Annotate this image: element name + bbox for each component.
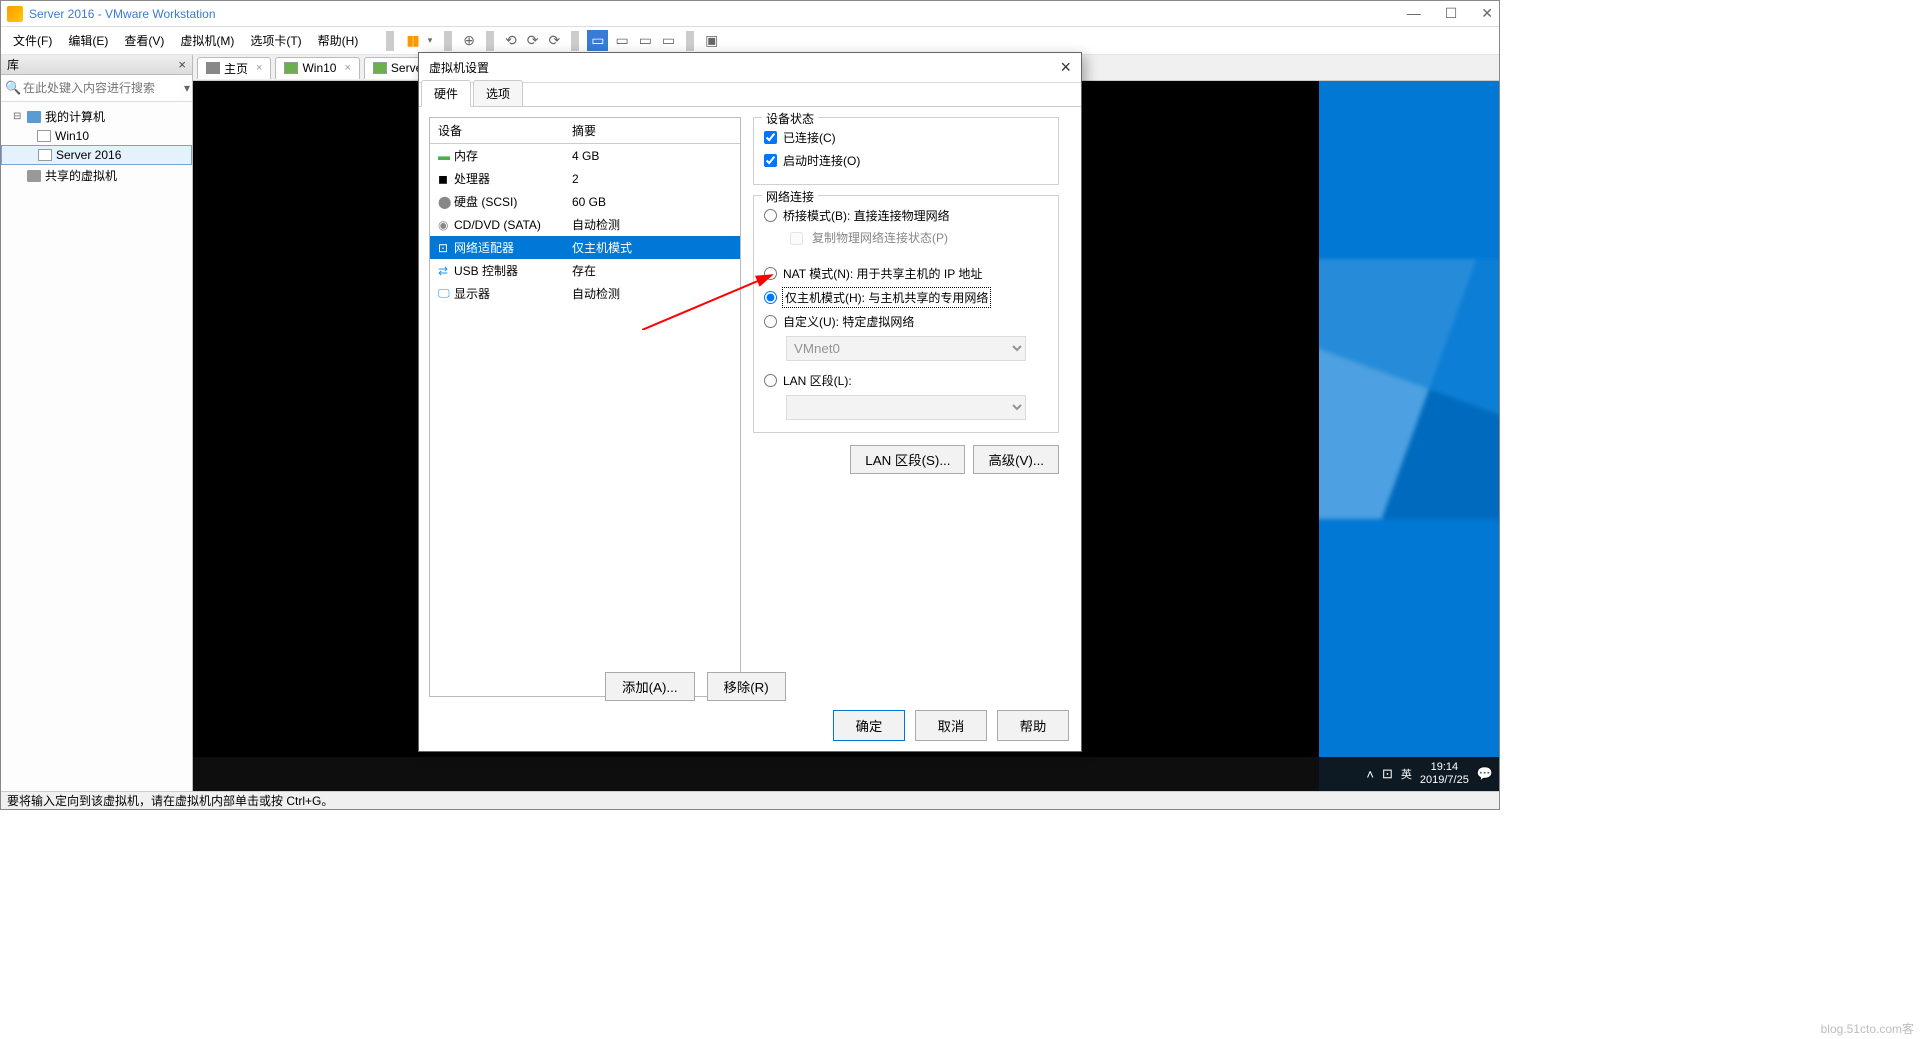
ime-indicator[interactable]: 英 [1401, 766, 1412, 782]
cpu-icon: ◼ [438, 172, 454, 186]
pause-dropdown-icon[interactable]: ▾ [424, 33, 437, 48]
layout-full-icon[interactable]: ▭ [636, 30, 655, 51]
status-text: 要将输入定向到该虚拟机，请在虚拟机内部单击或按 Ctrl+G。 [7, 792, 333, 809]
tab-win10[interactable]: Win10× [275, 57, 359, 79]
watermark: blog.51cto.com客 [1821, 1020, 1914, 1037]
cd-icon: ◉ [438, 218, 454, 232]
tray-up-icon[interactable]: ˄ [1366, 767, 1374, 782]
memory-icon: ▬ [438, 149, 454, 163]
dialog-close-icon[interactable]: × [1060, 57, 1071, 78]
tab-close-icon[interactable]: × [344, 62, 350, 74]
library-close-icon[interactable]: × [178, 57, 186, 72]
library-title: 库 [7, 56, 19, 73]
search-icon: 🔍 [5, 80, 21, 96]
windows-taskbar[interactable]: ˄ ⊡ 英 19:14 2019/7/25 💬 [193, 757, 1499, 791]
chk-connect-at-power-on[interactable] [764, 154, 777, 167]
custom-vmnet-select: VMnet0 [786, 336, 1026, 361]
usb-icon: ⇄ [438, 264, 454, 278]
cancel-button[interactable]: 取消 [915, 710, 987, 741]
radio-lan-segment[interactable] [764, 374, 777, 387]
chk-replicate-state [790, 232, 803, 245]
tree-vm-win10[interactable]: Win10 [1, 127, 192, 145]
dialog-tab-options[interactable]: 选项 [473, 80, 523, 106]
home-icon [206, 62, 220, 74]
radio-bridged[interactable] [764, 209, 777, 222]
vm-icon [373, 62, 387, 74]
hw-row-usb[interactable]: ⇄USB 控制器存在 [430, 259, 740, 282]
device-state-group: 设备状态 已连接(C) 启动时连接(O) [753, 117, 1059, 185]
tree-shared-vms[interactable]: 共享的虚拟机 [1, 165, 192, 186]
menu-edit[interactable]: 编辑(E) [64, 30, 112, 51]
network-adapter-icon: ⊡ [438, 241, 454, 255]
hw-row-cpu[interactable]: ◼处理器2 [430, 167, 740, 190]
vm-icon [284, 62, 298, 74]
menu-bar: 文件(F) 编辑(E) 查看(V) 虚拟机(M) 选项卡(T) 帮助(H) ▮▮… [1, 27, 1499, 55]
lan-segment-select [786, 395, 1026, 420]
col-summary: 摘要 [572, 122, 596, 139]
fullscreen-icon[interactable]: ▣ [702, 30, 721, 51]
window-title: Server 2016 - VMware Workstation [29, 7, 216, 21]
windows-wallpaper [1319, 81, 1499, 791]
hw-row-disk[interactable]: ⬤硬盘 (SCSI)60 GB [430, 190, 740, 213]
dialog-title: 虚拟机设置 [429, 59, 489, 76]
layout-unity-icon[interactable]: ▭ [659, 30, 678, 51]
tree-vm-server2016[interactable]: Server 2016 [1, 145, 192, 165]
library-panel: 库 × 🔍 ▾ ⊟ 我的计算机 Win10 Server 2016 共享的虚拟机 [1, 55, 193, 791]
maximize-icon[interactable]: ☐ [1445, 5, 1458, 22]
menu-help[interactable]: 帮助(H) [314, 30, 363, 51]
snapshot-manager-icon[interactable]: ⟳ [545, 30, 563, 51]
hw-row-display[interactable]: 🖵显示器自动检测 [430, 282, 740, 305]
disk-icon: ⬤ [438, 195, 454, 209]
chk-connected[interactable] [764, 131, 777, 144]
notifications-icon[interactable]: 💬 [1477, 766, 1493, 782]
display-icon: 🖵 [438, 286, 454, 301]
clock-date[interactable]: 2019/7/25 [1420, 774, 1469, 787]
ok-button[interactable]: 确定 [833, 710, 905, 741]
clock-time[interactable]: 19:14 [1420, 761, 1469, 774]
radio-host-only[interactable] [764, 291, 777, 304]
lan-segments-button[interactable]: LAN 区段(S)... [850, 445, 965, 474]
layout-thumb-icon[interactable]: ▭ [612, 30, 631, 51]
advanced-button[interactable]: 高级(V)... [973, 445, 1059, 474]
menu-vm[interactable]: 虚拟机(M) [176, 30, 238, 51]
menu-tabs[interactable]: 选项卡(T) [246, 30, 305, 51]
status-bar: 要将输入定向到该虚拟机，请在虚拟机内部单击或按 Ctrl+G。 [1, 791, 1499, 809]
radio-nat[interactable] [764, 267, 777, 280]
help-button[interactable]: 帮助 [997, 710, 1069, 741]
snapshot-revert-icon[interactable]: ⟳ [524, 30, 542, 51]
network-icon[interactable]: ⊡ [1382, 766, 1393, 782]
library-search-input[interactable] [21, 79, 180, 97]
remove-hardware-button[interactable]: 移除(R) [707, 672, 786, 701]
add-hardware-button[interactable]: 添加(A)... [605, 672, 695, 701]
minimize-icon[interactable]: — [1407, 5, 1421, 22]
vmware-icon [7, 6, 23, 22]
hw-row-memory[interactable]: ▬内存4 GB [430, 144, 740, 167]
tab-close-icon[interactable]: × [256, 62, 262, 74]
menu-file[interactable]: 文件(F) [9, 30, 56, 51]
tab-home[interactable]: 主页× [197, 57, 271, 79]
layout-single-icon[interactable]: ▭ [587, 30, 608, 51]
hw-row-cd[interactable]: ◉CD/DVD (SATA)自动检测 [430, 213, 740, 236]
snapshot-take-icon[interactable]: ⟲ [502, 30, 520, 51]
pause-icon[interactable]: ▮▮ [402, 30, 421, 51]
send-ctrl-alt-del-icon[interactable]: ⊕ [460, 30, 478, 51]
radio-custom[interactable] [764, 315, 777, 328]
hardware-list: 设备 摘要 ▬内存4 GB ◼处理器2 ⬤硬盘 (SCSI)60 GB ◉CD/… [429, 117, 741, 697]
window-titlebar: Server 2016 - VMware Workstation — ☐ ✕ [1, 1, 1499, 27]
tree-my-computer[interactable]: ⊟ 我的计算机 [1, 106, 192, 127]
dialog-tab-hardware[interactable]: 硬件 [421, 80, 471, 107]
hw-row-network[interactable]: ⊡网络适配器仅主机模式 [430, 236, 740, 259]
menu-view[interactable]: 查看(V) [120, 30, 168, 51]
close-icon[interactable]: ✕ [1481, 5, 1493, 22]
col-device: 设备 [438, 122, 572, 139]
vm-settings-dialog: 虚拟机设置 × 硬件 选项 设备 摘要 ▬内存4 GB ◼处理器2 ⬤硬盘 (S… [418, 52, 1082, 752]
network-connection-group: 网络连接 桥接模式(B): 直接连接物理网络 复制物理网络连接状态(P) NAT… [753, 195, 1059, 433]
search-dropdown-icon[interactable]: ▾ [180, 81, 194, 95]
